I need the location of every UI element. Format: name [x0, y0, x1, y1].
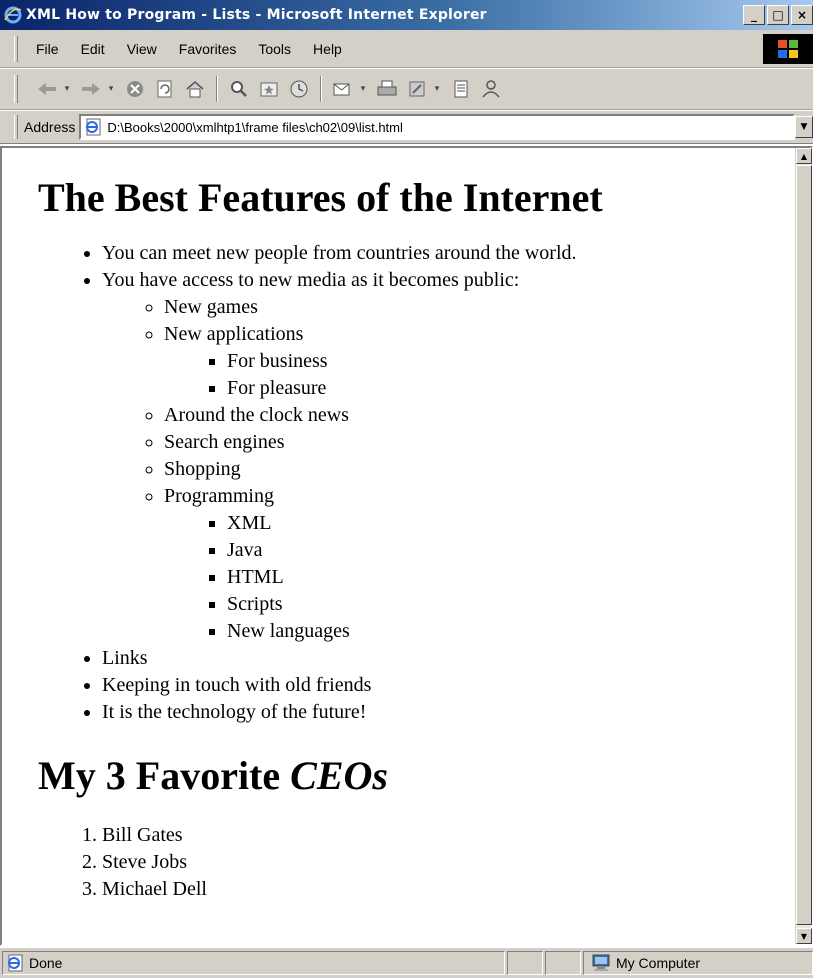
windows-logo-icon — [763, 34, 813, 64]
ie-page-icon — [8, 954, 23, 972]
menu-edit[interactable]: Edit — [75, 39, 111, 59]
menu-view[interactable]: View — [121, 39, 163, 59]
status-main-panel: Done — [2, 951, 505, 975]
addressbar-grip[interactable] — [14, 115, 18, 139]
scroll-down-icon[interactable]: ▼ — [796, 928, 812, 944]
zone-text: My Computer — [616, 955, 701, 971]
history-icon[interactable] — [284, 74, 314, 104]
list-item: It is the technology of the future! — [102, 699, 795, 726]
list-item: Michael Dell — [102, 876, 795, 903]
heading-text: My 3 Favorite — [38, 753, 291, 798]
minimize-button[interactable]: _ — [743, 5, 765, 25]
list-item: HTML — [227, 564, 795, 591]
features-list: You can meet new people from countries a… — [36, 240, 795, 726]
list-item: You have access to new media as it becom… — [102, 267, 795, 645]
list-item: New applications For business For pleasu… — [164, 321, 795, 402]
refresh-icon[interactable] — [150, 74, 180, 104]
stop-icon[interactable] — [120, 74, 150, 104]
toolbar-separator — [320, 76, 322, 102]
maximize-button[interactable]: □ — [767, 5, 789, 25]
list-item: Around the clock news — [164, 402, 795, 429]
menu-help[interactable]: Help — [307, 39, 348, 59]
close-button[interactable]: × — [791, 5, 813, 25]
standard-toolbar: ▾ ▾ ▾ ▾ — [0, 68, 813, 110]
menu-bar: File Edit View Favorites Tools Help — [0, 30, 813, 68]
mail-dropdown-icon[interactable]: ▾ — [358, 84, 368, 94]
status-progress-panel — [507, 951, 543, 975]
address-label: Address — [24, 119, 76, 135]
home-icon[interactable] — [180, 74, 210, 104]
address-url[interactable]: D:\Books\2000\xmlhtp1\frame files\ch02\0… — [107, 120, 793, 135]
toolbar-grip[interactable] — [14, 75, 18, 103]
edit-dropdown-icon[interactable]: ▾ — [432, 84, 442, 94]
status-text: Done — [29, 955, 63, 971]
list-item: Links — [102, 645, 795, 672]
menu-tools[interactable]: Tools — [252, 39, 297, 59]
media-list: New games New applications For business … — [102, 294, 795, 645]
list-item: Java — [227, 537, 795, 564]
status-bar: Done My Computer — [0, 948, 813, 978]
heading-emphasis: CEOs — [290, 753, 388, 798]
address-dropdown-icon[interactable]: ▼ — [795, 116, 813, 138]
page-heading-features: The Best Features of the Internet — [38, 175, 603, 220]
list-item: Scripts — [227, 591, 795, 618]
ie-logo-icon — [4, 6, 22, 24]
list-item-text: New applications — [164, 323, 304, 345]
search-icon[interactable] — [224, 74, 254, 104]
menu-favorites[interactable]: Favorites — [173, 39, 243, 59]
list-item: Shopping — [164, 456, 795, 483]
window-title: XML How to Program - Lists - Microsoft I… — [26, 7, 487, 23]
list-item: Keeping in touch with old friends — [102, 672, 795, 699]
forward-icon[interactable] — [76, 74, 106, 104]
favorites-icon[interactable] — [254, 74, 284, 104]
list-item: XML — [227, 510, 795, 537]
computer-icon — [592, 954, 610, 971]
title-bar: XML How to Program - Lists - Microsoft I… — [0, 0, 813, 30]
discuss-icon[interactable] — [446, 74, 476, 104]
ie-page-icon — [86, 118, 101, 136]
scrollbar-thumb[interactable] — [796, 165, 812, 925]
page-content: The Best Features of the Internet You ca… — [2, 148, 795, 944]
status-security-panel — [545, 951, 581, 975]
list-item: New games — [164, 294, 795, 321]
page-viewport: The Best Features of the Internet You ca… — [0, 146, 813, 946]
list-item-text: You have access to new media as it becom… — [102, 269, 520, 291]
address-field[interactable]: D:\Books\2000\xmlhtp1\frame files\ch02\0… — [79, 114, 795, 140]
address-bar: Address D:\Books\2000\xmlhtp1\frame file… — [0, 110, 813, 144]
messenger-icon[interactable] — [476, 74, 506, 104]
list-item: Steve Jobs — [102, 849, 795, 876]
scroll-up-icon[interactable]: ▲ — [796, 148, 812, 164]
menu-file[interactable]: File — [30, 39, 65, 59]
mail-icon[interactable] — [328, 74, 358, 104]
menubar-grip[interactable] — [14, 35, 18, 62]
ceo-list: Bill Gates Steve Jobs Michael Dell — [38, 822, 795, 903]
applications-list: For business For pleasure — [164, 348, 795, 402]
window-controls: _ □ × — [743, 5, 813, 25]
list-item: For business — [227, 348, 795, 375]
list-item: New languages — [227, 618, 795, 645]
back-dropdown-icon[interactable]: ▾ — [62, 84, 72, 94]
print-icon[interactable] — [372, 74, 402, 104]
back-icon[interactable] — [32, 74, 62, 104]
vertical-scrollbar[interactable]: ▲ ▼ — [795, 148, 812, 944]
list-item: Programming XML Java HTML Scripts New la… — [164, 483, 795, 645]
list-item: You can meet new people from countries a… — [102, 240, 795, 267]
edit-icon[interactable] — [402, 74, 432, 104]
list-item-text: Programming — [164, 485, 274, 507]
toolbar-separator — [216, 76, 218, 102]
status-zone-panel: My Computer — [583, 951, 813, 975]
programming-list: XML Java HTML Scripts New languages — [164, 510, 795, 645]
list-item: For pleasure — [227, 375, 795, 402]
list-item: Bill Gates — [102, 822, 795, 849]
list-item: Search engines — [164, 429, 795, 456]
page-heading-ceos: My 3 Favorite CEOs — [38, 752, 795, 800]
forward-dropdown-icon[interactable]: ▾ — [106, 84, 116, 94]
